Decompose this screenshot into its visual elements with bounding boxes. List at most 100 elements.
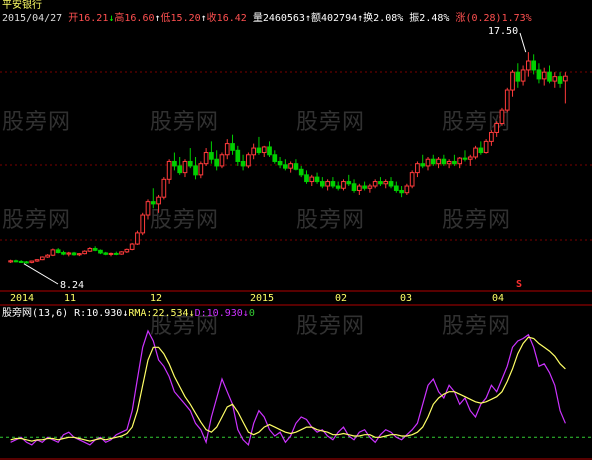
candle-down <box>113 252 119 255</box>
candle-down <box>235 149 241 162</box>
time-label-02: 02 <box>335 293 348 304</box>
candle-up <box>182 160 188 174</box>
candle-down <box>277 160 283 166</box>
candle-down <box>536 69 542 80</box>
candle-down <box>272 154 278 162</box>
candle-up <box>425 158 431 167</box>
candle-down <box>462 157 468 160</box>
candle-down <box>98 249 103 254</box>
candle-down <box>240 160 246 167</box>
candle-down <box>346 181 352 185</box>
indicator-rma-value: RMA:22.534 <box>128 308 189 319</box>
candle-up <box>563 75 568 82</box>
min-price-pointer <box>23 263 59 285</box>
candle-down <box>531 60 537 71</box>
candle-down <box>267 146 272 156</box>
candle-up <box>541 71 547 80</box>
time-label-2015: 2015 <box>250 293 275 304</box>
candle-up <box>45 254 50 258</box>
candle-down <box>304 174 309 183</box>
candle-down <box>13 260 19 263</box>
candle-up <box>341 181 346 189</box>
candle-down <box>319 181 325 187</box>
candle-up <box>467 156 473 160</box>
candle-up <box>367 185 373 189</box>
event-marker-icon[interactable]: S <box>516 279 522 290</box>
candle-up <box>140 214 146 234</box>
candle-up <box>87 248 93 252</box>
candle-down <box>547 71 552 82</box>
candle-up <box>29 260 35 263</box>
candle-up <box>219 154 225 167</box>
candle-up <box>34 259 40 262</box>
candle-down <box>71 252 77 256</box>
candle-down <box>314 176 320 183</box>
candle-down <box>330 181 336 187</box>
candle-up <box>166 160 172 180</box>
candle-up <box>446 160 452 165</box>
candle-down <box>452 160 457 165</box>
candle-up <box>119 251 124 255</box>
candle-down <box>420 163 426 167</box>
candle-up <box>499 109 505 125</box>
candle-down <box>18 260 24 263</box>
candle-up <box>356 185 362 191</box>
candle-up <box>8 260 13 263</box>
candle-up <box>473 147 478 158</box>
candle-up <box>510 71 515 91</box>
candle-up <box>552 76 558 82</box>
candle-up <box>129 243 135 250</box>
candle-up <box>224 143 230 156</box>
indicator-tail-value: 0 <box>248 308 255 319</box>
candle-up <box>261 146 267 154</box>
candle-up <box>404 185 410 194</box>
candle-up <box>145 201 151 216</box>
candle-down <box>557 76 563 84</box>
candle-up <box>372 181 378 187</box>
candle-up <box>504 89 510 111</box>
candle-up <box>436 158 441 165</box>
max-price-label: 17.50 <box>488 26 519 37</box>
candle-up <box>494 123 500 133</box>
candle-down <box>293 163 299 170</box>
candle-up <box>457 157 463 165</box>
candle-down <box>24 261 29 264</box>
candle-up <box>520 69 526 82</box>
candle-up <box>383 181 389 185</box>
candle-up <box>198 163 204 176</box>
time-label-11: 11 <box>64 293 77 304</box>
candle-down <box>515 71 521 82</box>
candlestick-chart <box>0 32 592 460</box>
candle-up <box>526 60 531 71</box>
candle-down <box>393 185 399 191</box>
candle-up <box>76 253 82 256</box>
min-price-label: 8.24 <box>60 280 85 291</box>
indicator-header: 股旁网(13,6) R:10.930↓RMA:22.534↓D:10.930↓0 <box>2 308 255 319</box>
candle-down <box>256 147 262 154</box>
candle-down <box>388 181 394 187</box>
indicator-line-rma <box>10 336 566 442</box>
candle-down <box>209 152 214 160</box>
candle-up <box>483 140 489 154</box>
candle-up <box>415 163 420 174</box>
indicator-r-value: R:10.930 <box>74 308 123 319</box>
time-label-03: 03 <box>400 293 413 304</box>
candle-down <box>61 252 66 255</box>
time-label-2014: 2014 <box>10 293 35 304</box>
candle-down <box>230 143 235 151</box>
candle-up <box>288 163 293 169</box>
candle-down <box>172 160 177 167</box>
candle-down <box>177 165 183 174</box>
candle-up <box>66 252 72 255</box>
indicator-name: 股旁网 <box>2 308 32 319</box>
candle-down <box>362 185 367 189</box>
time-label-12: 12 <box>150 293 163 304</box>
candle-up <box>50 249 56 256</box>
time-label-04: 04 <box>492 293 505 304</box>
candle-up <box>246 154 251 167</box>
candle-up <box>108 252 114 255</box>
candle-down <box>478 147 484 154</box>
candle-up <box>39 256 45 261</box>
candle-up <box>309 176 315 183</box>
candle-down <box>283 164 288 169</box>
